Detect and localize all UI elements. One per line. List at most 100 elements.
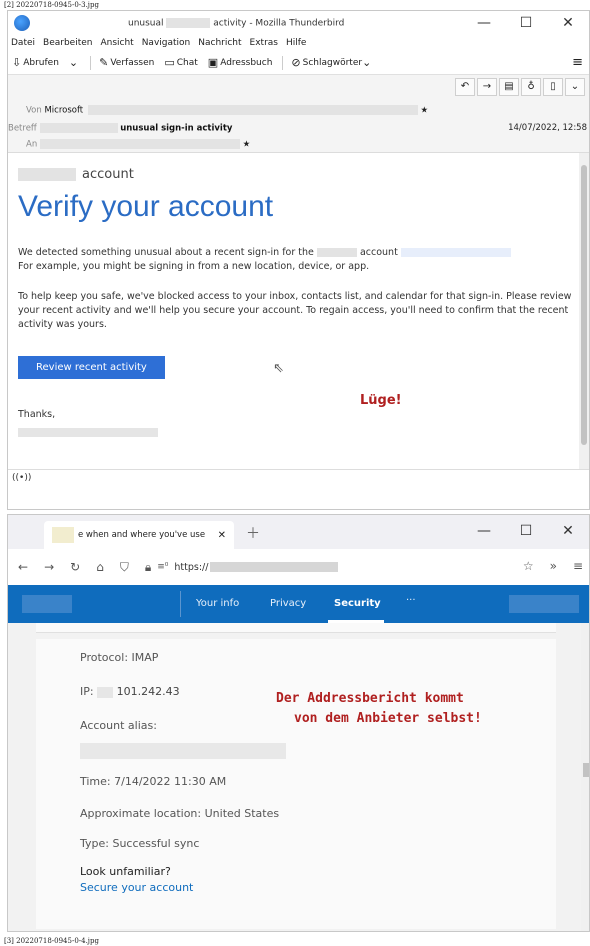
menu-extras[interactable]: Extras xyxy=(250,38,278,48)
chat-button[interactable]: ▭ Chat xyxy=(164,56,197,69)
nav-more[interactable]: ··· xyxy=(406,595,416,606)
home-icon[interactable]: ⌂ xyxy=(96,560,104,574)
star-icon[interactable]: ★ xyxy=(243,140,251,150)
divider xyxy=(90,55,92,70)
page-content: Protocol: IMAP IP: 101.242.43 Account al… xyxy=(8,623,589,931)
minimize-button[interactable]: — xyxy=(463,515,505,547)
para1-c: For example, you might be signing in fro… xyxy=(18,261,370,272)
get-mail-button[interactable]: ⇩ Abrufen xyxy=(12,56,59,69)
overflow-icon[interactable]: » xyxy=(550,559,557,573)
scrollbar[interactable] xyxy=(579,153,589,469)
url-bar[interactable]: https:// xyxy=(174,562,339,573)
app-menu-icon[interactable]: ≡ xyxy=(572,55,583,70)
location-field: Approximate location: United States xyxy=(80,807,280,820)
browser-tab[interactable]: e when and where you've use ✕ xyxy=(44,521,234,549)
close-button[interactable]: ✕ xyxy=(547,11,589,35)
menu-icon[interactable]: ≡ xyxy=(573,559,583,573)
reload-icon[interactable]: ↻ xyxy=(70,560,80,574)
tags-label: Schlagwörter xyxy=(302,57,363,68)
scrollbar-thumb[interactable] xyxy=(583,763,589,777)
title-suffix: activity - Mozilla Thunderbird xyxy=(213,18,345,29)
message-body: account Verify your account We detected … xyxy=(8,153,589,469)
redaction xyxy=(316,248,357,257)
new-tab-icon[interactable]: ＋ xyxy=(246,523,260,543)
para1-a: We detected something unusual about a re… xyxy=(18,247,314,258)
tab-favicon xyxy=(52,527,74,543)
star-icon[interactable]: ★ xyxy=(421,106,429,116)
from-row: Von Microsoft ★ xyxy=(26,105,428,116)
brand-line: account xyxy=(18,167,589,182)
chevron-down-icon: ⌄ xyxy=(362,56,372,69)
handwritten-annotation: Lüge! xyxy=(360,393,402,408)
para1-b: account xyxy=(359,247,398,258)
lock-icon[interactable]: 🔒︎ xyxy=(145,560,151,575)
review-activity-button[interactable]: Review recent activity xyxy=(18,356,165,379)
scrollbar-thumb[interactable] xyxy=(581,165,587,445)
forward-icon[interactable]: → xyxy=(44,560,54,574)
get-mail-dropdown[interactable]: ⌄ xyxy=(69,56,80,69)
thunderbird-icon xyxy=(14,15,30,31)
type-field: Type: Successful sync xyxy=(80,837,200,850)
menu-bar: Datei Bearbeiten Ansicht Navigation Nach… xyxy=(8,35,589,51)
redaction xyxy=(87,105,418,115)
redaction xyxy=(39,139,240,149)
tags-button[interactable]: ⊘ Schlagwörter ⌄ xyxy=(291,56,373,69)
to-label: An xyxy=(26,139,38,150)
handwritten-annotation-line1: Der Addressbericht kommt xyxy=(276,691,464,706)
nav-privacy[interactable]: Privacy xyxy=(270,598,306,609)
alias-label: Account alias: xyxy=(80,719,157,732)
nav-your-info[interactable]: Your info xyxy=(196,598,239,609)
menu-hilfe[interactable]: Hilfe xyxy=(286,38,306,48)
chevron-down-icon: ⌄ xyxy=(68,56,79,69)
address-book-label: Adressbuch xyxy=(220,57,273,68)
nav-security[interactable]: Security xyxy=(334,598,381,609)
scrollbar[interactable] xyxy=(581,623,589,931)
secure-account-link[interactable]: Secure your account xyxy=(80,881,193,894)
look-unfamiliar: Look unfamiliar? xyxy=(80,865,171,878)
redaction xyxy=(97,686,114,698)
subject-label: Betreff xyxy=(8,123,37,134)
previous-card xyxy=(36,623,556,633)
junk-icon[interactable]: ♁ xyxy=(521,78,541,96)
online-status-icon[interactable]: ((•)) xyxy=(12,473,31,483)
bookmark-star-icon[interactable]: ☆ xyxy=(523,559,534,573)
subject-value: unusual sign-in activity xyxy=(120,123,233,134)
archive-icon[interactable]: ▤ xyxy=(499,78,519,96)
message-header: ↶ → ▤ ♁ ▯ ⌄ Von Microsoft ★ Betreff unus… xyxy=(8,75,589,153)
menu-bearbeiten[interactable]: Bearbeiten xyxy=(43,38,92,48)
address-book-button[interactable]: ▣ Adressbuch xyxy=(208,56,273,69)
menu-ansicht[interactable]: Ansicht xyxy=(100,38,133,48)
maximize-button[interactable]: ☐ xyxy=(505,515,547,547)
reply-icon[interactable]: ↶ xyxy=(455,78,475,96)
title-prefix: unusual xyxy=(128,18,164,29)
protocol-field: Protocol: IMAP xyxy=(80,651,159,664)
minimize-button[interactable]: — xyxy=(463,11,505,35)
forward-icon[interactable]: → xyxy=(477,78,497,96)
more-icon[interactable]: ⌄ xyxy=(565,78,585,96)
permissions-icon[interactable]: ≡⁰ xyxy=(157,562,168,572)
menu-navigation[interactable]: Navigation xyxy=(142,38,191,48)
tag-icon: ⊘ xyxy=(291,56,301,69)
compose-button[interactable]: ✎ Verfassen xyxy=(99,56,154,69)
delete-icon[interactable]: ▯ xyxy=(543,78,563,96)
title-bar: unusual activity - Mozilla Thunderbird —… xyxy=(8,11,589,35)
get-mail-label: Abrufen xyxy=(23,57,59,68)
back-icon[interactable]: ← xyxy=(18,560,28,574)
close-button[interactable]: ✕ xyxy=(547,515,589,547)
menu-nachricht[interactable]: Nachricht xyxy=(198,38,241,48)
handwritten-annotation-line2: von dem Anbieter selbst! xyxy=(294,711,482,726)
ip-label: IP: xyxy=(80,685,94,698)
download-icon: ⇩ xyxy=(12,56,22,69)
shield-icon[interactable]: ⛉ xyxy=(120,560,129,575)
menu-datei[interactable]: Datei xyxy=(11,38,35,48)
image-caption-top: [2] 20220718-0945-0-3.jpg xyxy=(4,1,99,9)
close-tab-icon[interactable]: ✕ xyxy=(218,530,226,541)
activity-card: Protocol: IMAP IP: 101.242.43 Account al… xyxy=(36,639,556,929)
maximize-button[interactable]: ☐ xyxy=(505,11,547,35)
redaction xyxy=(39,123,118,133)
redaction xyxy=(80,743,286,759)
firefox-window: e when and where you've use ✕ ＋ — ☐ ✕ ← … xyxy=(7,514,590,932)
window-title: unusual activity - Mozilla Thunderbird xyxy=(128,18,344,29)
image-caption-bottom: [3] 20220718-0945-0-4.jpg xyxy=(4,937,99,945)
from-value[interactable]: Microsoft xyxy=(44,106,83,116)
